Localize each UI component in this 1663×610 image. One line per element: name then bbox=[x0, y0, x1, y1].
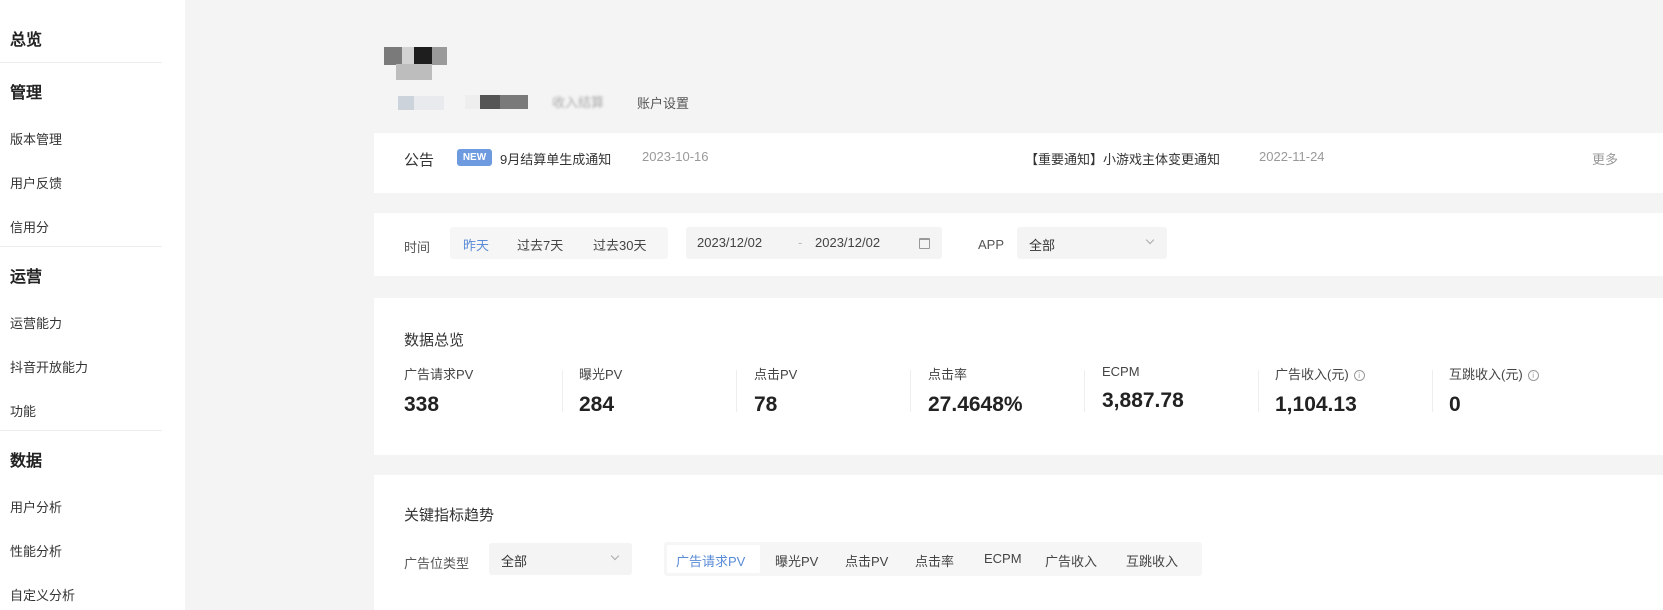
sidebar-item-user-feedback[interactable]: 用户反馈 bbox=[10, 173, 62, 192]
sidebar-group-data[interactable]: 数据 bbox=[10, 447, 42, 471]
ad-type-label: 广告位类型 bbox=[404, 556, 470, 571]
calendar-icon bbox=[919, 238, 930, 249]
notice-label: 公告 bbox=[404, 152, 435, 169]
preset-7-days[interactable]: 过去7天 bbox=[517, 235, 563, 254]
app-select-value: 全部 bbox=[1029, 238, 1056, 253]
new-badge: NEW bbox=[457, 149, 492, 166]
notice-bar: 公告 NEW 9月结算单生成通知 2023-10-16 【重要通知】小游戏主体变… bbox=[374, 133, 1663, 193]
tab-jump-revenue[interactable]: 互跳收入 bbox=[1126, 551, 1178, 570]
nav-tab-account-settings[interactable]: 账户设置 bbox=[637, 93, 689, 112]
metric-impression-pv: 曝光PV 284 bbox=[579, 364, 734, 417]
notice-item-date: 2022-11-24 bbox=[1259, 149, 1325, 164]
tab-ad-revenue[interactable]: 广告收入 bbox=[1045, 551, 1097, 570]
chevron-down-icon bbox=[1145, 235, 1155, 245]
notice-item-link[interactable]: 9月结算单生成通知 bbox=[500, 149, 611, 168]
tab-ecpm[interactable]: ECPM bbox=[984, 551, 1022, 566]
ad-type-select-value: 全部 bbox=[501, 554, 528, 569]
filter-bar: 时间 昨天 过去7天 过去30天 2023/12/02 - 2023/12/02… bbox=[374, 213, 1663, 276]
sidebar-item-douyin-open[interactable]: 抖音开放能力 bbox=[10, 357, 88, 376]
tab-ad-request-pv[interactable]: 广告请求PV bbox=[676, 551, 745, 570]
sidebar-item-user-analysis[interactable]: 用户分析 bbox=[10, 497, 62, 516]
metric-divider bbox=[562, 370, 563, 412]
sidebar: 总览 管理 版本管理 用户反馈 信用分 运营 运营能力 抖音开放能力 功能 数据… bbox=[0, 0, 185, 610]
sidebar-divider bbox=[0, 246, 162, 247]
metric-value: 338 bbox=[404, 393, 440, 416]
app-label: APP bbox=[978, 237, 1005, 252]
sidebar-item-credit-score[interactable]: 信用分 bbox=[10, 217, 49, 236]
sidebar-item-ops-capability[interactable]: 运营能力 bbox=[10, 313, 62, 332]
metric-value: 3,887.78 bbox=[1102, 389, 1184, 412]
metric-value: 27.4648% bbox=[928, 393, 1023, 416]
key-metrics-trend-card: 关键指标趋势 广告位类型 全部 广告请求PV 曝光PV 点击PV 点击率 ECP… bbox=[374, 475, 1663, 610]
metric-click-pv: 点击PV 78 bbox=[754, 364, 909, 417]
section-title: 关键指标趋势 bbox=[404, 507, 495, 524]
metric-ad-request-pv: 广告请求PV 338 bbox=[404, 364, 559, 417]
metric-value: 1,104.13 bbox=[1275, 393, 1357, 416]
ad-type-select[interactable]: 全部 bbox=[489, 543, 632, 575]
sidebar-item-perf-analysis[interactable]: 性能分析 bbox=[10, 541, 62, 560]
sidebar-item-overview[interactable]: 总览 bbox=[10, 26, 42, 50]
metric-ad-revenue: 广告收入(元) i 1,104.13 bbox=[1275, 364, 1430, 417]
metric-label: 互跳收入(元) bbox=[1449, 367, 1523, 382]
metric-label: ECPM bbox=[1102, 364, 1140, 379]
metric-tabs: 广告请求PV 曝光PV 点击PV 点击率 ECPM 广告收入 互跳收入 bbox=[664, 542, 1202, 576]
metric-divider bbox=[1084, 370, 1085, 412]
sidebar-item-features[interactable]: 功能 bbox=[10, 401, 36, 420]
sidebar-divider bbox=[0, 430, 162, 431]
start-date[interactable]: 2023/12/02 bbox=[697, 235, 762, 250]
metric-divider bbox=[1432, 370, 1433, 412]
chevron-down-icon bbox=[610, 551, 620, 561]
sidebar-divider bbox=[0, 62, 162, 63]
date-separator: - bbox=[798, 235, 803, 250]
metric-value: 78 bbox=[754, 393, 778, 416]
metric-label: 点击率 bbox=[928, 367, 968, 382]
tab-impression-pv[interactable]: 曝光PV bbox=[775, 551, 818, 570]
time-label: 时间 bbox=[404, 240, 431, 255]
time-preset-group: 昨天 过去7天 过去30天 bbox=[450, 227, 668, 259]
metric-divider bbox=[910, 370, 911, 412]
end-date[interactable]: 2023/12/02 bbox=[815, 235, 880, 250]
info-icon[interactable]: i bbox=[1527, 370, 1539, 381]
notice-more-link[interactable]: 更多 bbox=[1592, 149, 1618, 168]
metric-label: 曝光PV bbox=[579, 367, 623, 382]
data-overview-card: 数据总览 广告请求PV 338 曝光PV 284 点击PV 78 点击率 27.… bbox=[374, 298, 1663, 455]
sidebar-item-version-manage[interactable]: 版本管理 bbox=[10, 129, 62, 148]
preset-30-days[interactable]: 过去30天 bbox=[593, 235, 646, 254]
metric-ecpm: ECPM 3,887.78 bbox=[1102, 364, 1257, 413]
info-icon[interactable]: i bbox=[1353, 370, 1365, 381]
notice-item-link[interactable]: 【重要通知】小游戏主体变更通知 bbox=[1025, 149, 1220, 168]
preset-yesterday[interactable]: 昨天 bbox=[463, 235, 489, 254]
nav-tab-income[interactable]: 收入结算 bbox=[552, 92, 604, 111]
app-select[interactable]: 全部 bbox=[1017, 227, 1167, 259]
tab-ctr[interactable]: 点击率 bbox=[915, 551, 954, 570]
sidebar-group-ops[interactable]: 运营 bbox=[10, 263, 42, 287]
sidebar-group-manage[interactable]: 管理 bbox=[10, 79, 42, 103]
metric-ctr: 点击率 27.4648% bbox=[928, 364, 1083, 417]
metric-label: 广告收入(元) bbox=[1275, 367, 1349, 382]
metric-divider bbox=[736, 370, 737, 412]
metric-label: 广告请求PV bbox=[404, 367, 474, 382]
metric-jump-revenue: 互跳收入(元) i 0 bbox=[1449, 364, 1604, 417]
notice-item-date: 2023-10-16 bbox=[642, 149, 709, 164]
sidebar-item-custom-analysis[interactable]: 自定义分析 bbox=[10, 585, 75, 604]
metric-value: 0 bbox=[1449, 393, 1461, 416]
metric-label: 点击PV bbox=[754, 367, 798, 382]
section-title: 数据总览 bbox=[404, 332, 465, 349]
tab-click-pv[interactable]: 点击PV bbox=[845, 551, 888, 570]
metric-value: 284 bbox=[579, 393, 615, 416]
date-range-picker[interactable]: 2023/12/02 - 2023/12/02 bbox=[686, 227, 942, 259]
metric-divider bbox=[1258, 370, 1259, 412]
